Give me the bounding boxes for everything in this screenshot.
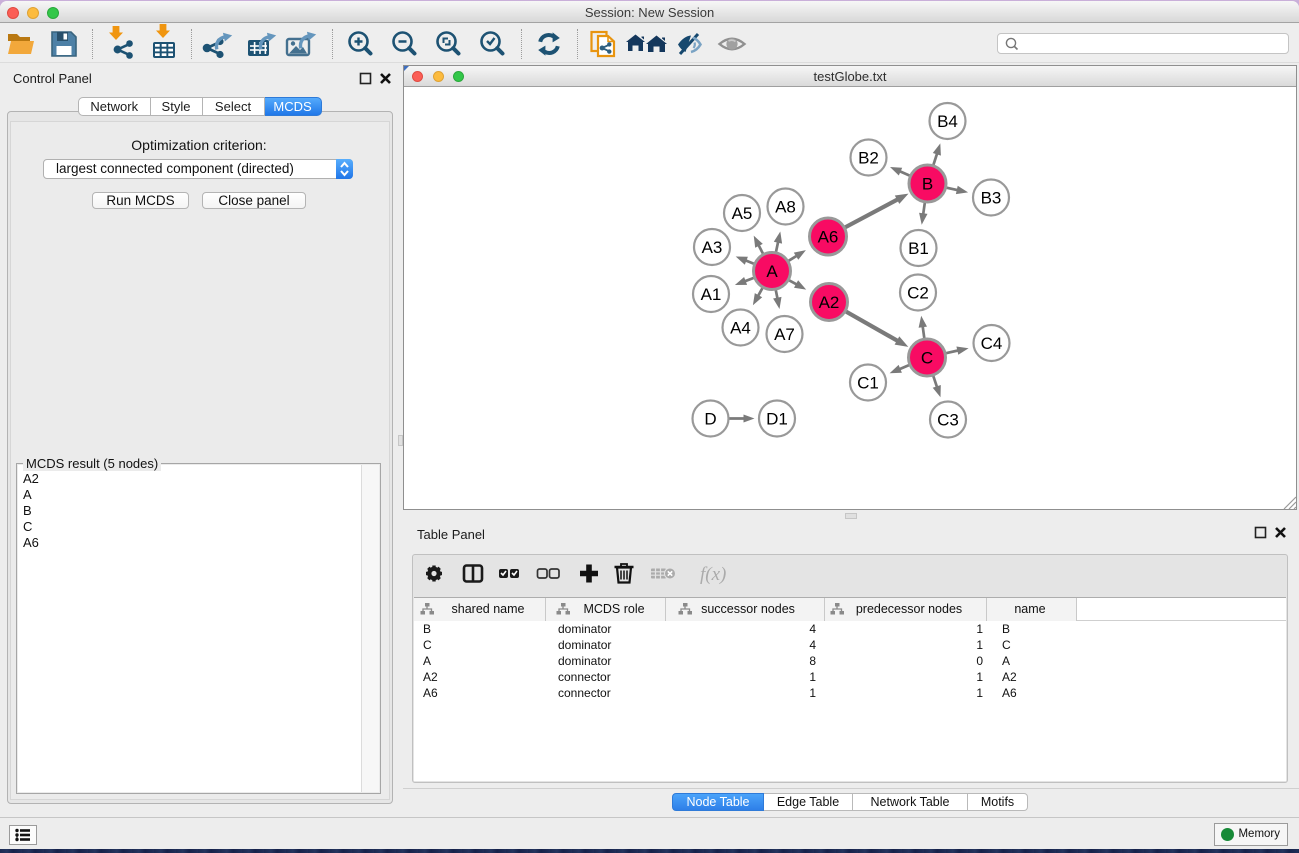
svg-text:A1: A1 — [701, 285, 722, 304]
svg-text:D1: D1 — [766, 410, 788, 429]
svg-text:B3: B3 — [981, 189, 1002, 208]
svg-text:A8: A8 — [775, 198, 796, 217]
svg-text:C4: C4 — [981, 334, 1003, 353]
svg-text:B4: B4 — [937, 112, 958, 131]
svg-text:B2: B2 — [858, 149, 879, 168]
svg-text:A3: A3 — [702, 238, 723, 257]
svg-text:C: C — [921, 349, 933, 368]
svg-text:B1: B1 — [908, 239, 929, 258]
svg-text:B: B — [922, 175, 933, 194]
svg-text:A2: A2 — [819, 293, 840, 312]
svg-text:A: A — [766, 262, 778, 281]
svg-text:C2: C2 — [907, 284, 929, 303]
svg-text:C3: C3 — [937, 411, 959, 430]
svg-text:D: D — [704, 410, 716, 429]
svg-text:A6: A6 — [818, 228, 839, 247]
svg-text:A5: A5 — [732, 204, 753, 223]
svg-text:A7: A7 — [774, 325, 795, 344]
svg-text:f(x): f(x) — [700, 564, 726, 585]
svg-text:C1: C1 — [857, 374, 879, 393]
svg-text:A4: A4 — [730, 319, 751, 338]
